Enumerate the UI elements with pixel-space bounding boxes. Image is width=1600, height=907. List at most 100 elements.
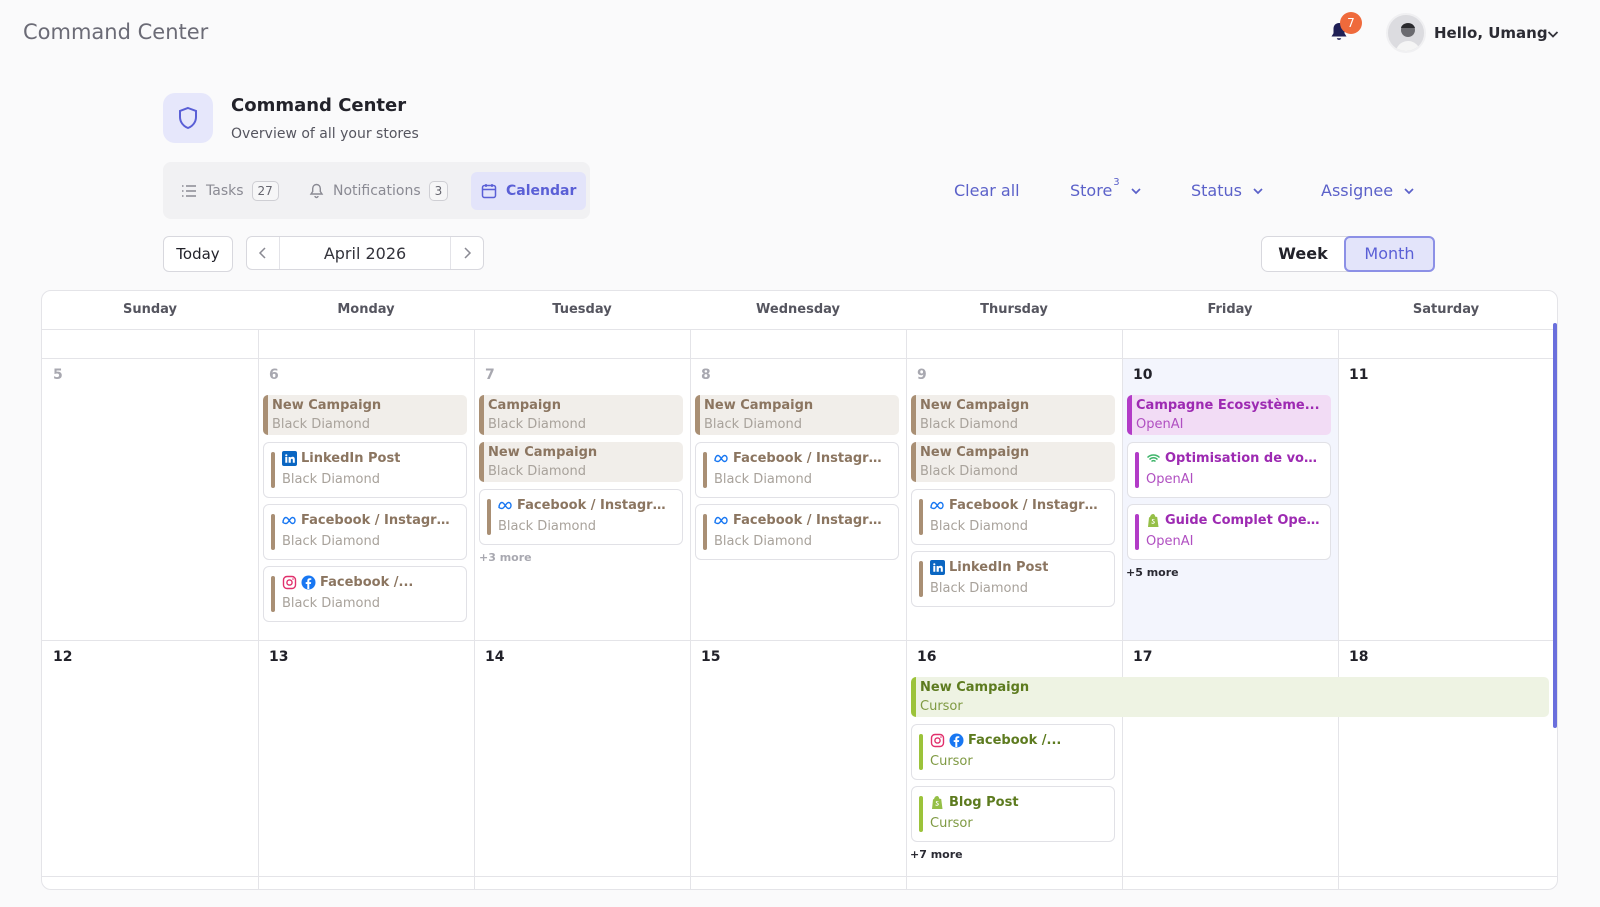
tab-calendar-label: Calendar xyxy=(506,183,577,199)
day-number[interactable]: 5 xyxy=(53,367,63,383)
event-title: New Campaign xyxy=(488,445,598,460)
grid-line xyxy=(474,329,475,889)
event-title: New Campaign xyxy=(920,680,1030,695)
tab-tasks[interactable]: Tasks 27 xyxy=(181,172,279,210)
clear-all-button[interactable]: Clear all xyxy=(954,181,1020,200)
instagram-icon xyxy=(282,575,297,590)
chevron-down-icon[interactable] xyxy=(1545,26,1561,42)
assignee-filter[interactable]: Assignee xyxy=(1321,181,1415,200)
chevron-left-icon xyxy=(258,247,266,259)
calendar-event[interactable]: Campagne Ecosystème... OpenAI xyxy=(1127,395,1331,435)
week-view-button[interactable]: Week xyxy=(1262,237,1344,271)
event-store: OpenAI xyxy=(1136,417,1184,432)
store-filter[interactable]: Store 3 xyxy=(1070,177,1142,200)
day-number[interactable]: 18 xyxy=(1349,649,1368,665)
day-number[interactable]: 16 xyxy=(917,649,936,665)
more-events-link[interactable]: +5 more xyxy=(1126,566,1179,579)
status-filter-label: Status xyxy=(1191,181,1242,200)
weekday-header: Tuesday xyxy=(552,302,612,317)
meta-icon xyxy=(714,513,729,528)
calendar-event-card[interactable]: Facebook / Instagram... Black Diamond xyxy=(479,489,683,545)
app-title: Command Center xyxy=(23,20,209,44)
linkedin-icon xyxy=(282,451,297,466)
calendar-event-card[interactable]: Optimisation de votre... OpenAI xyxy=(1127,442,1331,498)
calendar-event[interactable]: New Campaign Black Diamond xyxy=(911,442,1115,482)
day-number[interactable]: 17 xyxy=(1133,649,1152,665)
weekday-header: Thursday xyxy=(980,302,1048,317)
page-title: Command Center xyxy=(231,95,407,116)
meta-icon xyxy=(930,498,945,513)
tab-tasks-count: 27 xyxy=(251,181,279,201)
month-view-button[interactable]: Month xyxy=(1344,236,1435,272)
event-title: New Campaign xyxy=(704,398,814,413)
status-filter[interactable]: Status xyxy=(1191,181,1264,200)
chevron-right-icon xyxy=(464,247,472,259)
next-month-button[interactable] xyxy=(450,237,483,269)
calendar-event-card[interactable]: Facebook /... Black Diamond xyxy=(263,566,467,622)
event-store: Black Diamond xyxy=(714,472,813,487)
event-store: Black Diamond xyxy=(282,534,381,549)
calendar-event-card[interactable]: Blog Post Cursor xyxy=(911,786,1115,842)
event-title: New Campaign xyxy=(920,398,1030,413)
event-title: Optimisation de votre... xyxy=(1165,451,1322,466)
event-store: OpenAI xyxy=(1146,472,1194,487)
prev-month-button[interactable] xyxy=(247,237,280,269)
event-store: Black Diamond xyxy=(282,596,381,611)
day-number[interactable]: 15 xyxy=(701,649,720,665)
wifi-icon xyxy=(1146,451,1161,466)
today-button[interactable]: Today xyxy=(163,236,233,272)
calendar-event-multiday[interactable]: New Campaign Cursor xyxy=(911,677,1549,717)
tab-notifications[interactable]: Notifications 3 xyxy=(309,172,449,210)
view-tabs: Tasks 27 Notifications 3 Calendar xyxy=(163,162,590,219)
page-subtitle: Overview of all your stores xyxy=(231,126,419,142)
calendar-event[interactable]: New Campaign Black Diamond xyxy=(911,395,1115,435)
linkedin-icon xyxy=(930,560,945,575)
calendar-event-card[interactable]: Facebook / Instagram... Black Diamond xyxy=(911,489,1115,545)
calendar-event-card[interactable]: Facebook /... Cursor xyxy=(911,724,1115,780)
calendar-scrollbar[interactable] xyxy=(1553,323,1557,728)
tab-calendar[interactable]: Calendar xyxy=(471,172,587,210)
event-title: Facebook /... xyxy=(320,575,414,590)
calendar-event-card[interactable]: Facebook / Instagram... Black Diamond xyxy=(695,442,899,498)
day-number[interactable]: 11 xyxy=(1349,367,1368,383)
event-title: Facebook / Instagram... xyxy=(733,513,890,528)
weekday-header: Saturday xyxy=(1412,302,1480,317)
event-store: Black Diamond xyxy=(488,464,587,479)
instagram-icon xyxy=(930,733,945,748)
event-title: Blog Post xyxy=(949,795,1019,810)
calendar-event[interactable]: New Campaign Black Diamond xyxy=(263,395,467,435)
facebook-icon xyxy=(949,733,964,748)
day-number[interactable]: 12 xyxy=(53,649,72,665)
day-number[interactable]: 7 xyxy=(485,367,495,383)
avatar[interactable] xyxy=(1386,13,1426,53)
grid-line xyxy=(1122,329,1123,889)
grid-line xyxy=(42,876,1557,877)
tab-notifications-label: Notifications xyxy=(333,183,421,199)
calendar-event-card[interactable]: Guide Complet Open... OpenAI xyxy=(1127,504,1331,560)
calendar-event-card[interactable]: Facebook / Instagram... Black Diamond xyxy=(263,504,467,560)
day-number[interactable]: 9 xyxy=(917,367,927,383)
calendar-event-card[interactable]: Facebook / Instagram... Black Diamond xyxy=(695,504,899,560)
event-store: OpenAI xyxy=(1146,534,1194,549)
bell-outline-icon xyxy=(309,183,324,199)
more-events-link[interactable]: +3 more xyxy=(479,551,532,564)
event-store: Cursor xyxy=(930,754,973,769)
day-number[interactable]: 6 xyxy=(269,367,279,383)
more-events-link[interactable]: +7 more xyxy=(910,848,963,861)
user-greeting[interactable]: Hello, Umang xyxy=(1434,24,1548,42)
day-number[interactable]: 8 xyxy=(701,367,711,383)
calendar-event[interactable]: Campaign Black Diamond xyxy=(479,395,683,435)
event-store: Black Diamond xyxy=(272,417,371,432)
day-number[interactable]: 13 xyxy=(269,649,288,665)
grid-line xyxy=(42,358,1557,359)
weekday-header: Sunday xyxy=(122,302,178,317)
event-store: Cursor xyxy=(930,816,973,831)
calendar-event[interactable]: New Campaign Black Diamond xyxy=(479,442,683,482)
tab-notifications-count: 3 xyxy=(428,181,449,201)
day-number[interactable]: 10 xyxy=(1133,367,1152,383)
day-number[interactable]: 14 xyxy=(485,649,504,665)
calendar-event-card[interactable]: LinkedIn Post Black Diamond xyxy=(263,442,467,498)
event-title: LinkedIn Post xyxy=(949,560,1049,575)
calendar-event-card[interactable]: LinkedIn Post Black Diamond xyxy=(911,551,1115,607)
calendar-event[interactable]: New Campaign Black Diamond xyxy=(695,395,899,435)
